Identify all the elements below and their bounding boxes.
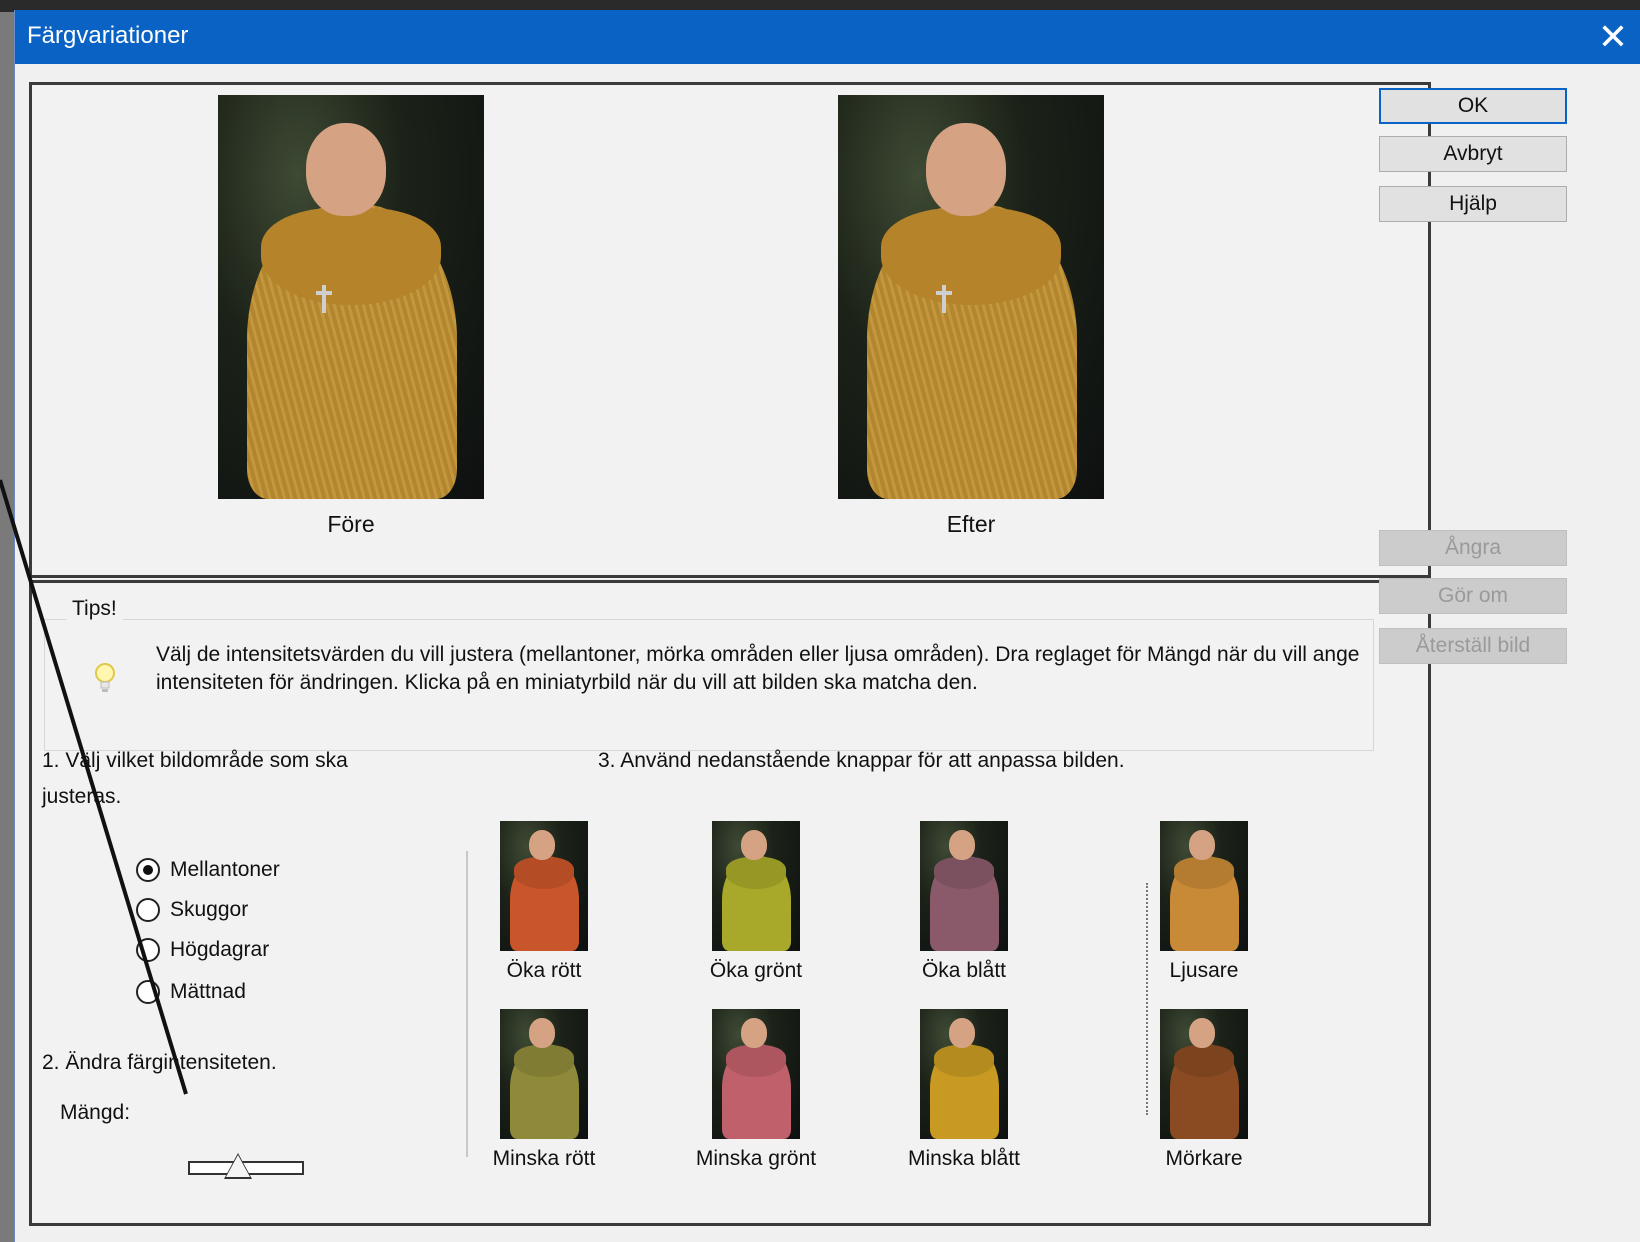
lightbulb-icon	[95, 663, 115, 692]
radio-highlights[interactable]: Högdagrar	[136, 933, 269, 967]
radio-button[interactable]	[136, 898, 160, 922]
cancel-button[interactable]: Avbryt	[1379, 136, 1567, 172]
help-button[interactable]: Hjälp	[1379, 186, 1567, 222]
redo-button[interactable]: Gör om	[1379, 578, 1567, 614]
thumbnail-more-blue[interactable]	[920, 821, 1008, 951]
step2-label: 2. Ändra färgintensiteten.	[42, 1051, 277, 1074]
thumbnail-image	[920, 821, 1008, 951]
radio-midtones[interactable]: Mellantoner	[136, 853, 280, 887]
radio-label-saturation: Mättnad	[170, 980, 246, 1003]
thumbnail-less-red[interactable]	[500, 1009, 588, 1139]
radio-button[interactable]	[136, 980, 160, 1004]
adjustment-panel: Tips! Välj de intensitetsvärden du vill …	[29, 580, 1431, 1226]
radio-saturation[interactable]: Mättnad	[136, 975, 246, 1009]
thumbnail-label: Öka blått	[921, 959, 1007, 982]
thumbnail-label: Minska blått	[907, 1147, 1021, 1170]
thumbnail-image	[712, 821, 800, 951]
step1-label: 1. Välj vilket bildområde som ska juster…	[42, 749, 348, 808]
thumbnail-image	[920, 1009, 1008, 1139]
amount-label: Mängd:	[60, 1101, 131, 1124]
thumbnail-less-blue[interactable]	[920, 1009, 1008, 1139]
thumbnail-label: Öka grönt	[709, 959, 803, 982]
radio-button-selected[interactable]	[136, 858, 160, 882]
dotted-separator	[1146, 883, 1148, 1115]
thumbnail-image	[500, 1009, 588, 1139]
window-title: Färgvariationer	[27, 22, 189, 49]
before-image	[218, 95, 484, 499]
thumbnail-darker[interactable]	[1160, 1009, 1248, 1139]
radio-button[interactable]	[136, 938, 160, 962]
thumbnail-label: Minska grönt	[695, 1147, 817, 1170]
after-image	[838, 95, 1104, 499]
title-bar[interactable]: Färgvariationer ✕	[15, 10, 1640, 64]
radio-label-highlights: Högdagrar	[170, 938, 270, 961]
thumbnail-image	[712, 1009, 800, 1139]
radio-label-shadows: Skuggor	[170, 898, 249, 921]
vertical-divider	[466, 851, 468, 1157]
amount-slider-thumb[interactable]	[226, 1155, 250, 1177]
preview-panel: Före Efter	[29, 82, 1431, 578]
step3-label: 3. Använd nedanstående knappar för att a…	[598, 749, 1125, 772]
ok-button[interactable]: OK	[1379, 88, 1567, 124]
tips-text: Välj de intensitetsvärden du vill juster…	[156, 643, 1360, 694]
thumbnail-image	[500, 821, 588, 951]
color-variations-dialog: Färgvariationer ✕ Före Efter Tips! Välj …	[14, 10, 1640, 1242]
thumbnail-image	[1160, 821, 1248, 951]
thumbnail-label: Minska rött	[492, 1147, 596, 1170]
thumbnail-more-red[interactable]	[500, 821, 588, 951]
thumbnail-label: Mörkare	[1165, 1147, 1243, 1170]
radio-label-midtones: Mellantoner	[170, 858, 280, 881]
before-label: Före	[327, 511, 375, 537]
thumbnail-more-green[interactable]	[712, 821, 800, 951]
close-icon: ✕	[1597, 16, 1629, 57]
tips-title: Tips!	[66, 597, 123, 621]
thumbnail-lighter[interactable]	[1160, 821, 1248, 951]
undo-button[interactable]: Ångra	[1379, 530, 1567, 566]
thumbnail-label: Öka rött	[506, 959, 582, 982]
thumbnail-less-green[interactable]	[712, 1009, 800, 1139]
reset-image-button[interactable]: Återställ bild	[1379, 628, 1567, 664]
thumbnail-image	[1160, 1009, 1248, 1139]
radio-shadows[interactable]: Skuggor	[136, 893, 248, 927]
close-button[interactable]: ✕	[1585, 10, 1640, 64]
after-label: Efter	[946, 511, 996, 537]
thumbnail-label: Ljusare	[1169, 959, 1239, 982]
